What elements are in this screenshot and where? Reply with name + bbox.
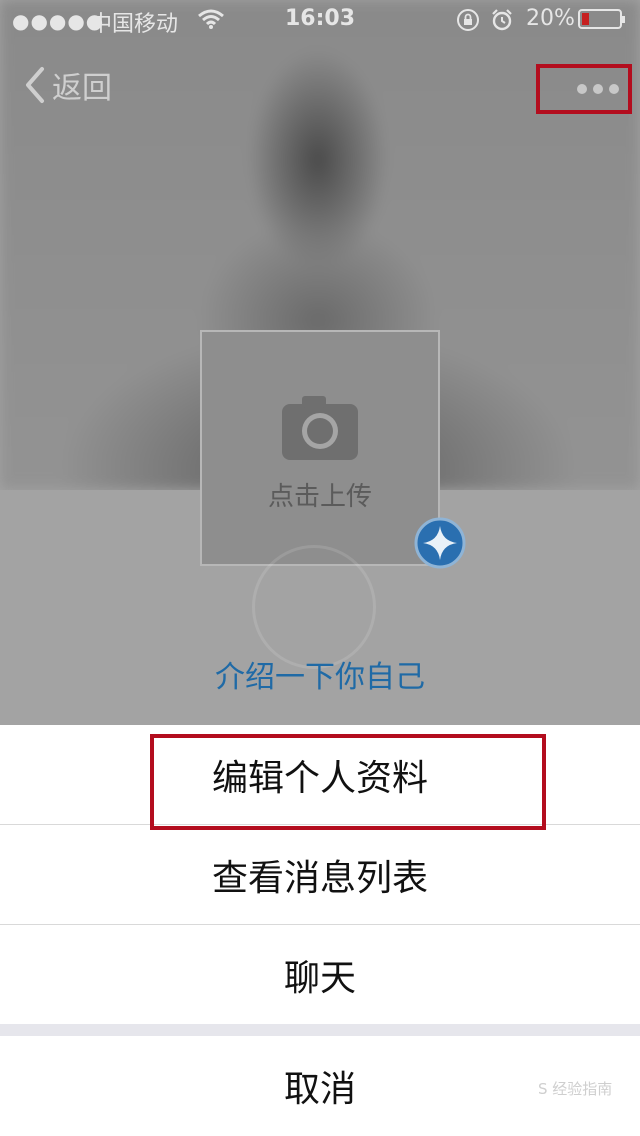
alarm-icon	[492, 9, 512, 31]
photo-upload-card[interactable]: 点击上传	[200, 330, 440, 566]
status-bar: ●●●●● 中国移动 16:03 20%	[0, 0, 640, 40]
battery-icon	[578, 9, 625, 29]
battery-percent: 20%	[526, 6, 575, 31]
star-badge-icon	[414, 517, 466, 569]
view-message-list-button[interactable]: 查看消息列表	[0, 825, 640, 924]
chat-button[interactable]: 聊天	[0, 925, 640, 1024]
chevron-left-icon	[26, 67, 44, 103]
back-label: 返回	[52, 71, 112, 106]
edit-profile-button[interactable]: 编辑个人资料	[0, 725, 640, 824]
back-button[interactable]: 返回	[22, 60, 112, 110]
action-sheet: 编辑个人资料 查看消息列表 聊天 取消	[0, 725, 640, 1136]
more-dots-icon	[577, 84, 619, 94]
watermark: S 经验指南	[538, 1080, 613, 1098]
camera-icon	[282, 396, 358, 460]
more-options-button[interactable]	[536, 64, 632, 114]
lock-rotation-icon	[457, 9, 479, 31]
avatar-placeholder	[252, 545, 376, 669]
upload-label: 点击上传	[267, 482, 372, 512]
battery-level	[582, 13, 589, 25]
intro-yourself-link[interactable]: 介绍一下你自己	[0, 652, 640, 696]
